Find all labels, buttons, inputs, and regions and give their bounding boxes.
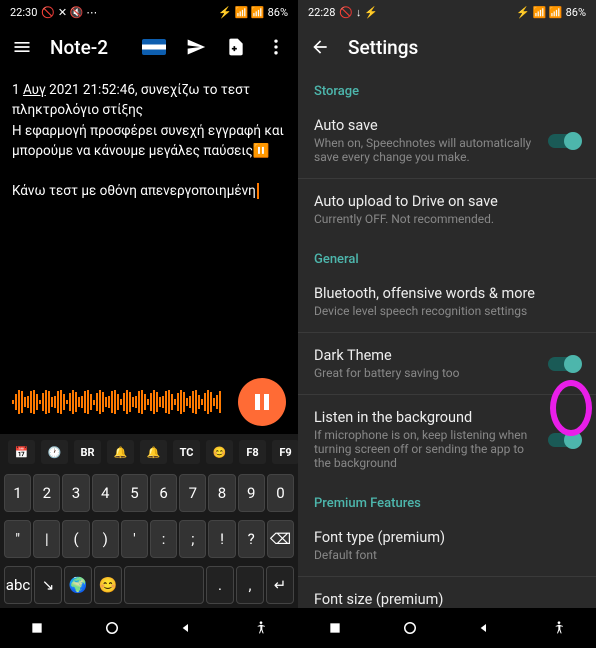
add-file-icon[interactable]: [226, 37, 246, 57]
key-)[interactable]: ): [92, 520, 119, 558]
status-time: 22:28: [308, 6, 335, 19]
status-icons-left: 🚫 ✕ 🔇 ⋯: [41, 6, 97, 19]
key-:[interactable]: :: [150, 520, 177, 558]
setting-dark[interactable]: Dark ThemeGreat for battery saving too: [298, 335, 596, 392]
tb-f8[interactable]: F8: [239, 440, 266, 464]
nav-access[interactable]: [549, 618, 569, 638]
tb-tc[interactable]: TC: [173, 440, 200, 464]
record-area: document.write(Array.from({length:70},(_…: [0, 370, 298, 434]
key-2[interactable]: 2: [33, 474, 60, 512]
toggle-autosave[interactable]: [548, 134, 580, 148]
settings-list[interactable]: Storage Auto saveWhen on, Speechnotes wi…: [298, 70, 596, 608]
key-1[interactable]: 1: [4, 474, 31, 512]
app-bar: Note-2: [0, 24, 298, 70]
menu-icon[interactable]: [12, 37, 32, 57]
nav-access[interactable]: [251, 618, 271, 638]
keyboard-toolbar: 📅 🕐 BR 🔔 🔔 TC 😊 F8 F9 F1: [0, 434, 298, 470]
section-general: General: [298, 238, 596, 273]
nav-bar: [298, 608, 596, 648]
toggle-dark[interactable]: [548, 357, 580, 371]
battery: 86%: [268, 6, 288, 19]
status-bar: 22:30 🚫 ✕ 🔇 ⋯ ⚡ 📶 📶 86%: [0, 0, 298, 24]
toggle-listen[interactable]: [548, 433, 580, 447]
setting-autosave[interactable]: Auto saveWhen on, Speechnotes will autom…: [298, 105, 596, 176]
keyboard: 📅 🕐 BR 🔔 🔔 TC 😊 F8 F9 F1 1234567890 "|()…: [0, 434, 298, 608]
nav-back[interactable]: [474, 618, 494, 638]
key-5[interactable]: 5: [121, 474, 148, 512]
setting-upload[interactable]: Auto upload to Drive on saveCurrently OF…: [298, 181, 596, 238]
nav-recent[interactable]: [27, 618, 47, 638]
send-icon[interactable]: [186, 37, 206, 57]
key-4[interactable]: 4: [92, 474, 119, 512]
battery: 86%: [566, 6, 586, 19]
key-↵[interactable]: ↵: [266, 566, 294, 604]
note-title: Note-2: [50, 36, 124, 59]
key-?[interactable]: ?: [238, 520, 265, 558]
key-9[interactable]: 9: [238, 474, 265, 512]
status-icons-left: 🚫 ↓ ⚡: [339, 6, 377, 19]
key-.[interactable]: .: [206, 566, 234, 604]
status-time: 22:30: [10, 6, 37, 19]
status-bar: 22:28 🚫 ↓ ⚡ ⚡ 📶 📶 86%: [298, 0, 596, 24]
status-icons-right: ⚡ 📶 📶: [516, 6, 563, 19]
settings-bar: Settings: [298, 24, 596, 70]
tb-bell2[interactable]: 🔔: [140, 440, 167, 464]
key-abc[interactable]: abc: [4, 566, 32, 604]
setting-listen[interactable]: Listen in the backgroundIf microphone is…: [298, 397, 596, 482]
key-8[interactable]: 8: [208, 474, 235, 512]
tb-br[interactable]: BR: [74, 440, 101, 464]
section-storage: Storage: [298, 70, 596, 105]
phone-left: 22:30 🚫 ✕ 🔇 ⋯ ⚡ 📶 📶 86% Note-2 1 Αυγ 202…: [0, 0, 298, 648]
status-icons-right: ⚡ 📶 📶: [218, 6, 265, 19]
key-;[interactable]: ;: [179, 520, 206, 558]
nav-home[interactable]: [400, 618, 420, 638]
nav-bar: [0, 608, 298, 648]
nav-home[interactable]: [102, 618, 122, 638]
key-![interactable]: !: [208, 520, 235, 558]
more-icon[interactable]: [266, 37, 286, 57]
key-'[interactable]: ': [121, 520, 148, 558]
key-⌫[interactable]: ⌫: [267, 520, 294, 558]
nav-recent[interactable]: [325, 618, 345, 638]
setting-bluetooth[interactable]: Bluetooth, offensive words & moreDevice …: [298, 273, 596, 330]
key-🌍[interactable]: 🌍: [64, 566, 92, 604]
key-|[interactable]: |: [33, 520, 60, 558]
phone-right: 22:28 🚫 ↓ ⚡ ⚡ 📶 📶 86% Settings Storage A…: [298, 0, 596, 648]
note-editor[interactable]: 1 Αυγ 2021 21:52:46, συνεχίζω το τεστ πλ…: [0, 70, 298, 370]
key-↘[interactable]: ↘: [34, 566, 62, 604]
tb-cal[interactable]: 📅: [8, 440, 35, 464]
key-7[interactable]: 7: [179, 474, 206, 512]
key-😊[interactable]: 😊: [94, 566, 122, 604]
key-"[interactable]: ": [4, 520, 31, 558]
key-,[interactable]: ,: [236, 566, 264, 604]
tb-bell1[interactable]: 🔔: [107, 440, 134, 464]
flag-greek-icon[interactable]: [142, 39, 166, 55]
tb-f9[interactable]: F9: [272, 440, 298, 464]
section-premium: Premium Features: [298, 482, 596, 517]
key-3[interactable]: 3: [62, 474, 89, 512]
key-([interactable]: (: [62, 520, 89, 558]
tb-clock[interactable]: 🕐: [41, 440, 68, 464]
pause-button[interactable]: [238, 378, 286, 426]
waveform: document.write(Array.from({length:70},(_…: [12, 387, 226, 417]
pause-icon: [255, 394, 269, 410]
setting-size[interactable]: Font size (premium)Normal: [298, 579, 596, 608]
nav-back[interactable]: [176, 618, 196, 638]
setting-font[interactable]: Font type (premium)Default font: [298, 517, 596, 574]
key-␣[interactable]: [124, 566, 204, 604]
settings-title: Settings: [348, 36, 584, 59]
back-icon[interactable]: [310, 37, 330, 57]
key-6[interactable]: 6: [150, 474, 177, 512]
key-0[interactable]: 0: [267, 474, 294, 512]
tb-emoji[interactable]: 😊: [206, 440, 233, 464]
